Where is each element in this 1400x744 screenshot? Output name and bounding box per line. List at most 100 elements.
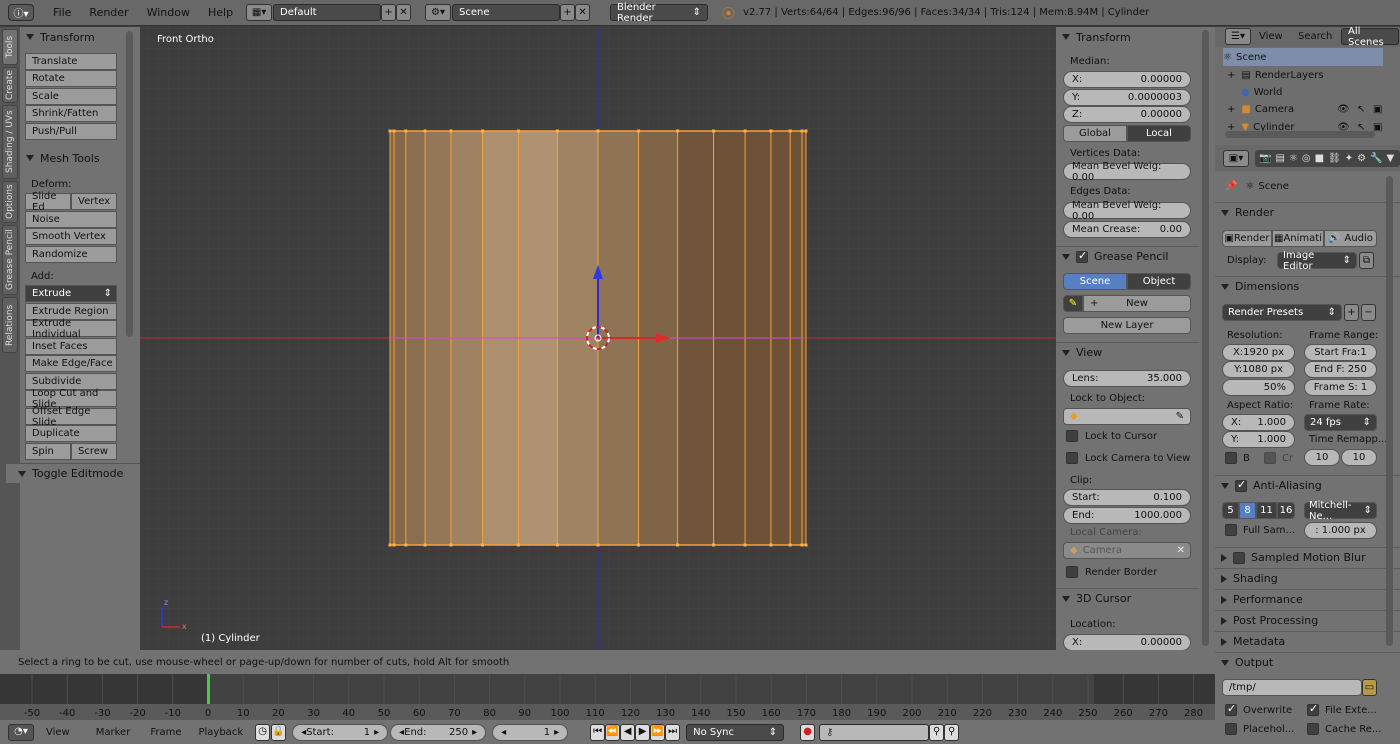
grease-pencil-checkbox[interactable] (1076, 249, 1088, 263)
timeline-playback-menu[interactable]: Playback (198, 727, 243, 738)
file-extensions-checkbox[interactable] (1307, 702, 1319, 716)
scene-field[interactable]: Scene (452, 4, 561, 21)
tab-tools[interactable]: Tools (2, 29, 18, 65)
cylinder-vertex[interactable] (743, 543, 747, 547)
spin-button[interactable]: Spin (25, 443, 71, 460)
outliner-item-world[interactable]: ● World (1241, 83, 1400, 101)
mesh-tools-panel-header[interactable]: Mesh Tools (20, 148, 140, 168)
loop-cut-and-slide-button[interactable]: Loop Cut and Slide (25, 388, 117, 410)
end-frame-field[interactable]: ◂ End: 250 ▸ (390, 723, 487, 741)
output-path-field[interactable]: /tmp/ (1222, 679, 1362, 696)
duplicate-button[interactable]: Duplicate (25, 425, 117, 442)
transform-n-header[interactable]: Transform (1056, 27, 1199, 47)
properties-context-tabs[interactable]: 📷▤⚛◎■⛓✦⚙🔧▼ (1255, 150, 1400, 167)
mean-crease-field[interactable]: Mean Crease: 0.00 (1063, 221, 1191, 238)
metadata-header[interactable]: Metadata (1215, 631, 1400, 651)
shrink-fatten-button[interactable]: Shrink/Fatten (25, 105, 117, 122)
aa-filter-select[interactable]: Mitchell-Ne... ⇕ (1304, 500, 1377, 522)
overwrite-checkbox[interactable] (1225, 702, 1237, 716)
jump-keyframe-forward-icon[interactable]: ⏩ (650, 723, 666, 741)
all-scenes-select[interactable]: All Scenes (1341, 26, 1399, 48)
pencil-icon[interactable]: ✎ (1063, 295, 1083, 312)
cursor-x-field[interactable]: X: 0.00000 (1063, 634, 1191, 651)
auto-keying-record-icon[interactable]: ● (800, 723, 816, 741)
median-x-field[interactable]: X: 0.00000 (1063, 71, 1191, 88)
tab-relations[interactable]: Relations (2, 297, 18, 353)
frame-rate-select[interactable]: 24 fps ⇕ (1304, 414, 1377, 431)
cylinder-vertex[interactable] (480, 543, 484, 547)
render-presets-select[interactable]: Render Presets ⇕ (1222, 304, 1342, 321)
lock-object-field[interactable]: ◆ ✎ (1063, 408, 1191, 425)
n-panel-scrollbar[interactable] (1202, 30, 1209, 646)
cylinder-vertex[interactable] (423, 543, 427, 547)
placeholders-checkbox[interactable] (1225, 723, 1237, 735)
timeline-view-menu[interactable]: View (46, 727, 70, 738)
lock-interface-icon[interactable]: ⧉ (1359, 252, 1374, 269)
render-border-checkbox[interactable] (1066, 566, 1078, 578)
cylinder-vertex[interactable] (804, 543, 808, 547)
motion-blur-header[interactable]: Sampled Motion Blur (1215, 547, 1400, 567)
rotate-button[interactable]: Rotate (25, 70, 117, 87)
resolution-y-field[interactable]: Y:1080 px (1222, 361, 1295, 378)
cache-result-checkbox[interactable] (1307, 723, 1319, 735)
jump-end-icon[interactable]: ⏭ (665, 723, 681, 741)
menu-file[interactable]: File (44, 6, 80, 19)
translate-button[interactable]: Translate (25, 53, 117, 70)
frame-step-field[interactable]: Frame S: 1 (1304, 379, 1377, 396)
cylinder-vertex[interactable] (423, 129, 427, 133)
3d-cursor-header[interactable]: 3D Cursor (1056, 588, 1199, 608)
mean-bevel-weight-edges-field[interactable]: Mean Bevel Weig: 0.00 (1063, 200, 1191, 222)
cylinder-vertex[interactable] (637, 543, 641, 547)
mean-bevel-weight-vertices-field[interactable]: Mean Bevel Weig: 0.00 (1063, 161, 1191, 183)
aspect-x-field[interactable]: X: 1.000 (1222, 414, 1295, 431)
cylinder-vertex[interactable] (392, 129, 396, 133)
anti-aliasing-checkbox[interactable] (1235, 478, 1247, 492)
filter-size-field[interactable]: : 1.000 px (1304, 522, 1377, 539)
cylinder-vertex[interactable] (555, 543, 559, 547)
render-button[interactable]: ▣ Render (1222, 230, 1272, 247)
tool-shelf-scrollbar[interactable] (126, 31, 133, 337)
border-checkbox[interactable] (1225, 452, 1237, 464)
timeline-marker-menu[interactable]: Marker (96, 727, 131, 738)
push-pull-button[interactable]: Push/Pull (25, 123, 117, 140)
aa-samples-11[interactable]: 11 (1256, 502, 1277, 519)
scene-icon[interactable]: ⚙▾ (425, 4, 452, 21)
dimensions-header[interactable]: Dimensions (1215, 276, 1400, 296)
cylinder-vertex[interactable] (769, 129, 773, 133)
sync-mode-select[interactable]: No Sync ⇕ (686, 723, 785, 741)
cylinder-vertex[interactable] (404, 543, 408, 547)
menu-help[interactable]: Help (199, 6, 242, 19)
screen-layout-icon[interactable]: ▦▾ (246, 4, 273, 21)
tab-create[interactable]: Create (2, 67, 18, 103)
tab-grease-pencil[interactable]: Grease Pencil (2, 225, 18, 295)
cylinder-vertex[interactable] (800, 129, 804, 133)
cylinder-vertex[interactable] (480, 129, 484, 133)
aa-samples-5[interactable]: 5 (1222, 502, 1239, 519)
eye-icon[interactable]: 👁 (1337, 104, 1350, 115)
cylinder-vertex[interactable] (392, 543, 396, 547)
render-icon[interactable]: ▣ (1373, 104, 1382, 115)
grease-pencil-header[interactable]: Grease Pencil (1056, 246, 1199, 266)
menu-render[interactable]: Render (80, 6, 137, 19)
preview-range-icon[interactable]: ◷ (255, 723, 271, 741)
aspect-y-field[interactable]: Y: 1.000 (1222, 431, 1295, 448)
aa-samples-8[interactable]: 8 (1239, 502, 1256, 519)
keying-set-field[interactable]: ⚷ (819, 723, 930, 741)
outliner-search-menu[interactable]: Search (1298, 31, 1332, 42)
pin-icon[interactable]: 📌 (1225, 181, 1237, 192)
shading-header[interactable]: Shading (1215, 568, 1400, 588)
transform-panel-header[interactable]: Transform (20, 27, 140, 47)
add-layout-button[interactable]: + (381, 4, 397, 21)
cylinder-vertex[interactable] (596, 543, 600, 547)
output-header[interactable]: Output (1215, 652, 1400, 672)
clip-end-field[interactable]: End: 1000.000 (1063, 507, 1191, 524)
cylinder-vertex[interactable] (676, 543, 680, 547)
outliner-item-scene[interactable]: ⚛ Scene (1223, 48, 1383, 66)
add-scene-button[interactable]: + (560, 4, 576, 21)
gp-object-toggle[interactable]: Object (1127, 273, 1191, 290)
add-preset-button[interactable]: + (1344, 304, 1359, 321)
clip-start-field[interactable]: Start: 0.100 (1063, 489, 1191, 506)
noise-button[interactable]: Noise (25, 211, 117, 228)
global-toggle[interactable]: Global (1063, 125, 1127, 142)
play-icon[interactable]: ▶ (635, 723, 651, 741)
